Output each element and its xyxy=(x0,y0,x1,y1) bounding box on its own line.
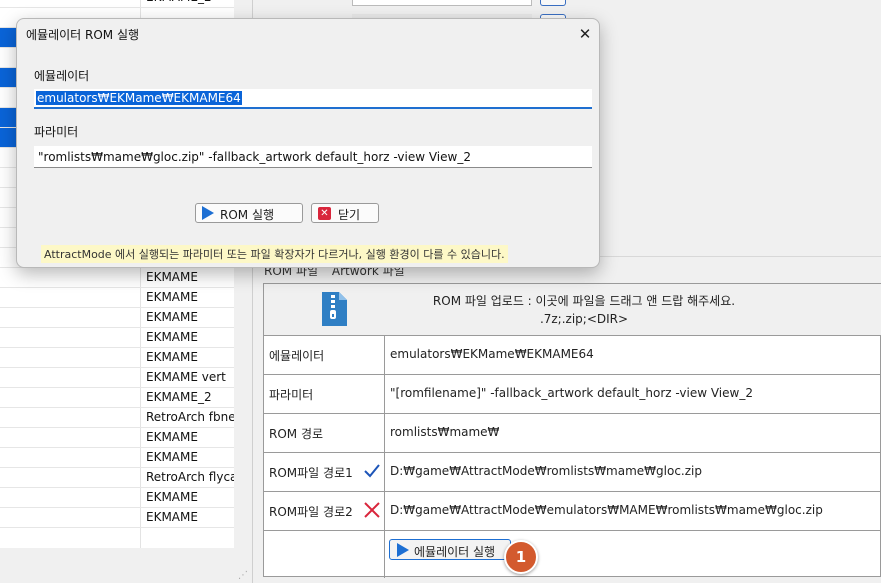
run-emulator-button[interactable]: 에뮬레이터 실행 xyxy=(389,539,511,560)
list-item[interactable]: EKMAME_2 xyxy=(0,0,234,8)
table-row-emulator: 에뮬레이터 emulators₩EKMame₩EKMAME64 xyxy=(264,336,881,375)
list-item[interactable]: EKMAME xyxy=(0,268,234,288)
list-item[interactable]: EKMAME xyxy=(0,448,234,468)
close-x-icon: ✕ xyxy=(318,207,331,220)
row-value: romlists₩mame₩ xyxy=(390,425,500,439)
upload-drop-zone[interactable]: ROM 파일 업로드 : 이곳에 파일을 드래그 앤 드랍 해주세요. .7z;… xyxy=(264,284,881,336)
rom-info-table: ROM 파일 업로드 : 이곳에 파일을 드래그 앤 드랍 해주세요. .7z;… xyxy=(263,283,881,578)
list-item-emulator: EKMAME xyxy=(146,490,198,504)
close-icon[interactable]: ✕ xyxy=(573,23,597,45)
list-item[interactable]: EKMAME_2 xyxy=(0,388,234,408)
list-item-emulator: EKMAME vert xyxy=(146,370,226,384)
row-value: D:₩game₩AttractMode₩romlists₩mame₩gloc.z… xyxy=(390,464,702,478)
dialog-title: 에뮬레이터 ROM 실행 xyxy=(26,28,140,42)
x-mark-icon xyxy=(364,502,380,518)
list-item-emulator: EKMAME xyxy=(146,350,198,364)
list-item-emulator: EKMAME xyxy=(146,270,198,284)
emulator-rom-run-dialog: 에뮬레이터 ROM 실행 ✕ 에뮬레이터 emulators₩EKMame₩EK… xyxy=(16,18,600,268)
row-label: 에뮬레이터 xyxy=(269,349,325,363)
list-item[interactable]: EKMAME xyxy=(0,428,234,448)
list-item[interactable]: RetroArch fbneo xyxy=(0,408,234,428)
list-item[interactable]: RetroArch flyca xyxy=(0,468,234,488)
zip-file-icon xyxy=(322,292,347,326)
table-row-parameter: 파라미터 "[romfilename]" -fallback_artwork d… xyxy=(264,375,881,414)
row-value: D:₩game₩AttractMode₩emulators₩MAME₩romli… xyxy=(390,503,823,517)
parameter-label: 파라미터 xyxy=(34,125,79,139)
notice-text: AttractMode 에서 실행되는 파라미터 또는 파일 확장자가 다르거나… xyxy=(41,245,508,263)
list-item[interactable]: EKMAME xyxy=(0,348,234,368)
table-row-rom-path: ROM 경로 romlists₩mame₩ xyxy=(264,414,881,453)
emulator-label: 에뮬레이터 xyxy=(34,69,90,83)
row-label: ROM파일 경로2 xyxy=(269,505,353,519)
run-rom-button[interactable]: ROM 실행 xyxy=(195,203,303,223)
table-row-rom-file-path-2: ROM파일 경로2 D:₩game₩AttractMode₩emulators₩… xyxy=(264,492,881,531)
parameter-input[interactable]: "romlists₩mame₩gloc.zip" -fallback_artwo… xyxy=(34,146,592,168)
list-item[interactable]: EKMAME xyxy=(0,328,234,348)
check-icon xyxy=(364,464,380,478)
play-icon xyxy=(397,543,409,557)
row-label: ROM파일 경로1 xyxy=(269,466,353,480)
table-row-rom-file-path-1: ROM파일 경로1 D:₩game₩AttractMode₩romlists₩m… xyxy=(264,453,881,492)
row-value: emulators₩EKMame₩EKMAME64 xyxy=(390,347,594,361)
list-item-emulator: EKMAME_2 xyxy=(146,390,212,404)
list-item-emulator: EKMAME xyxy=(146,310,198,324)
emulator-input[interactable]: emulators₩EKMame₩EKMAME64 xyxy=(34,89,592,109)
emulator-input-value: emulators₩EKMame₩EKMAME64 xyxy=(36,91,242,105)
list-item[interactable]: EKMAME xyxy=(0,508,234,528)
list-item-emulator: EKMAME xyxy=(146,290,198,304)
parameter-input-value: "romlists₩mame₩gloc.zip" -fallback_artwo… xyxy=(38,150,471,164)
list-item[interactable]: EKMAME xyxy=(0,288,234,308)
resize-grip-icon[interactable]: ⋰ xyxy=(238,570,248,581)
list-item[interactable]: EKMAME xyxy=(0,488,234,508)
list-item[interactable]: EKMAME xyxy=(0,308,234,328)
play-icon xyxy=(202,206,214,220)
list-footer xyxy=(0,548,234,583)
list-item-emulator: RetroArch fbneo xyxy=(146,410,234,424)
list-item-emulator: EKMAME xyxy=(146,330,198,344)
list-item[interactable]: EKMAME vert xyxy=(0,368,234,388)
row-label: ROM 경로 xyxy=(269,427,324,441)
list-item-emulator: RetroArch flyca xyxy=(146,470,234,484)
upload-extensions: .7z;.zip;<DIR> xyxy=(539,312,629,326)
close-button[interactable]: ✕ 닫기 xyxy=(311,203,379,223)
row-label: 파라미터 xyxy=(269,388,314,402)
row-value: "[romfilename]" -fallback_artwork defaul… xyxy=(390,386,753,400)
top-browse-button[interactable] xyxy=(540,0,566,6)
list-item-emulator: EKMAME xyxy=(146,430,198,444)
upload-line-1: ROM 파일 업로드 : 이곳에 파일을 드래그 앤 드랍 해주세요. xyxy=(432,294,736,308)
run-emulator-label: 에뮬레이터 실행 xyxy=(414,545,496,559)
list-item-emulator: EKMAME xyxy=(146,510,198,524)
run-rom-label: ROM 실행 xyxy=(220,208,275,222)
top-field[interactable] xyxy=(352,0,532,6)
upload-instructions: ROM 파일 업로드 : 이곳에 파일을 드래그 앤 드랍 해주세요. .7z;… xyxy=(394,292,774,328)
close-label: 닫기 xyxy=(338,208,361,222)
list-item-emulator: EKMAME_2 xyxy=(146,0,212,4)
list-item-emulator: EKMAME xyxy=(146,450,198,464)
step-badge: 1 xyxy=(504,540,538,574)
